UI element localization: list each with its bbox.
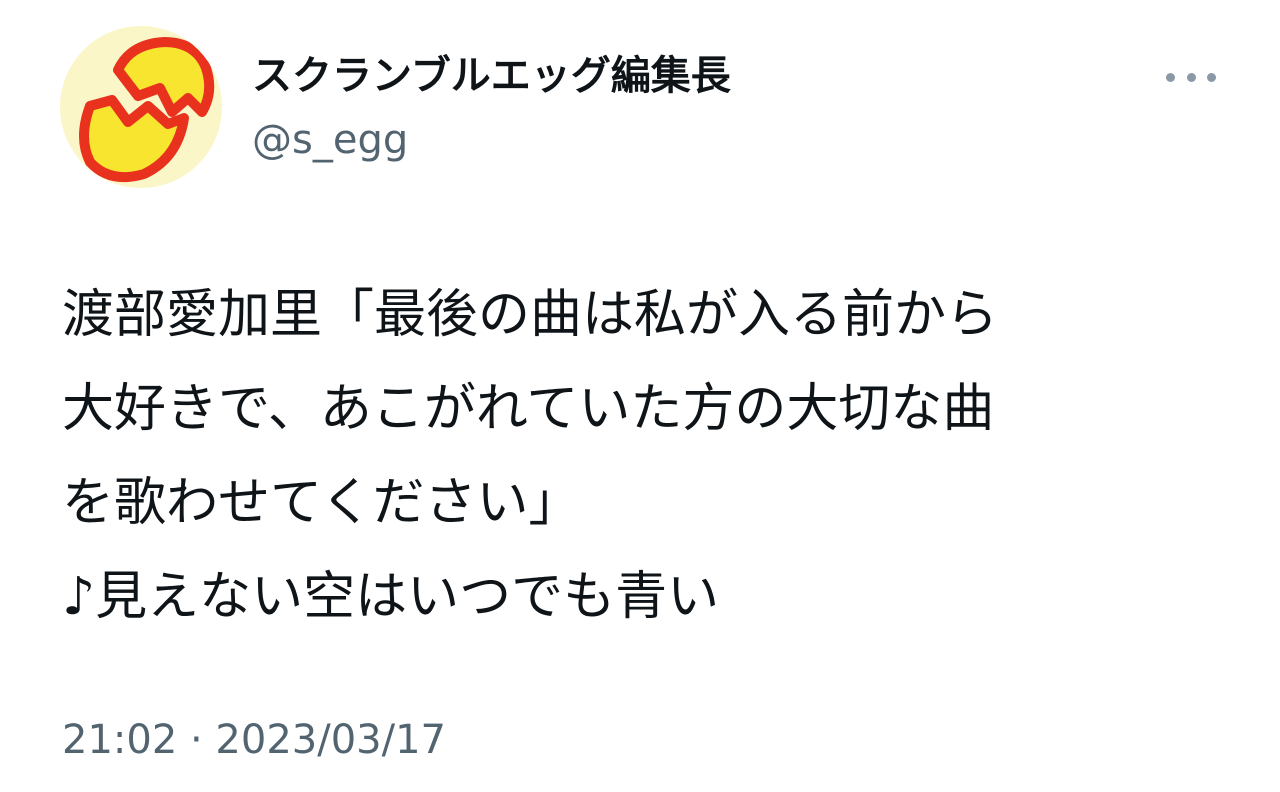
- tweet-text: 渡部愛加里「最後の曲は私が入る前から 大好きで、あこがれていた方の大切な曲 を歌…: [62, 268, 1242, 644]
- more-dot: [1186, 72, 1196, 82]
- tweet-text-line: を歌わせてください」: [62, 473, 581, 533]
- tweet-card: スクランブルエッグ編集長 @s_egg 渡部愛加里「最後の曲は私が入る前から 大…: [0, 0, 1280, 792]
- cracked-egg-logo-icon: [79, 37, 215, 182]
- tweet-text-line: ♪見えない空はいつでも青い: [62, 567, 720, 627]
- tweet-timestamp[interactable]: 21:02 · 2023/03/17: [62, 716, 446, 764]
- author-display-name[interactable]: スクランブルエッグ編集長: [252, 52, 731, 100]
- author-handle[interactable]: @s_egg: [252, 116, 408, 164]
- tweet-text-line: 大好きで、あこがれていた方の大切な曲: [62, 379, 995, 439]
- tweet-text-line: 渡部愛加里「最後の曲は私が入る前から: [62, 285, 999, 345]
- more-dot: [1166, 72, 1175, 82]
- more-dot: [1207, 72, 1216, 82]
- avatar[interactable]: [60, 26, 222, 188]
- more-options-icon[interactable]: [1166, 60, 1216, 94]
